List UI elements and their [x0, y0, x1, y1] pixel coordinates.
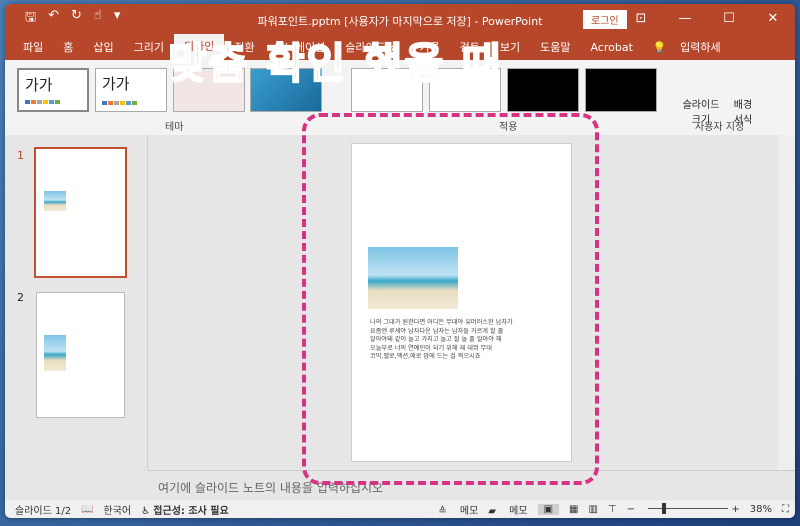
status-bar: 슬라이드 1/2 📖 한국어 ♿ 접근성: 조사 필요 ≙ 메모 ▰ 메모 ▣ …	[5, 500, 795, 518]
notes-button[interactable]: ≙ 메모	[438, 502, 478, 517]
tell-me-label: 입력하세	[680, 41, 721, 54]
theme-office2[interactable]: 가가	[95, 68, 167, 112]
touch-mode-icon[interactable]: ☝	[94, 8, 102, 30]
vertical-scrollbar[interactable]	[778, 135, 795, 470]
custom-group-label: 사용자 지정	[695, 122, 745, 133]
close-button[interactable]: ✕	[751, 4, 795, 34]
variant-4[interactable]	[585, 68, 657, 112]
slideshow-view-icon[interactable]: ⊤	[608, 504, 617, 515]
tab-draw[interactable]: 그리기	[124, 39, 174, 55]
slide-number: 2	[17, 291, 24, 304]
undo-icon[interactable]: ↶	[48, 8, 59, 30]
theme-sample: 가가	[102, 75, 130, 93]
sorter-view-icon[interactable]: ▦	[569, 504, 578, 515]
reading-view-icon[interactable]: ▥	[588, 504, 597, 515]
comments-button[interactable]: ▰ 메모	[488, 502, 527, 517]
zoom-slider[interactable]: − +	[627, 503, 740, 515]
zoom-level[interactable]: 38%	[750, 504, 772, 515]
slide-indicator: 슬라이드 1/2	[15, 505, 72, 517]
normal-view-icon[interactable]: ▣	[537, 503, 560, 515]
accessibility-label: 접근성: 조사 필요	[153, 505, 229, 517]
tab-help[interactable]: 도움말	[530, 39, 580, 55]
theme-office[interactable]: 가가	[17, 68, 89, 112]
variant-3[interactable]	[507, 68, 579, 112]
tab-acrobat[interactable]: Acrobat	[580, 41, 642, 54]
maximize-button[interactable]: ☐	[707, 4, 751, 34]
slide-thumbnail-panel: 1 2	[5, 135, 148, 470]
language[interactable]: 한국어	[104, 502, 132, 517]
notes-label: 메모	[459, 505, 479, 517]
slide-thumb-2[interactable]	[36, 292, 125, 418]
slide-number: 1	[17, 149, 24, 162]
tab-insert[interactable]: 삽입	[83, 39, 123, 55]
tab-file[interactable]: 파일	[13, 39, 53, 55]
save-icon[interactable]: 🖫	[25, 8, 36, 30]
overlay-caption: 맞춤 확인 했을 때	[167, 38, 503, 89]
highlight-dashed-box	[302, 113, 599, 485]
accessibility-status[interactable]: ♿ 접근성: 조사 필요	[141, 502, 229, 517]
tab-home[interactable]: 홈	[53, 39, 83, 55]
customize-icon[interactable]: ▾	[114, 8, 121, 30]
fit-slide-icon[interactable]: ⛶	[782, 504, 789, 515]
redo-icon[interactable]: ↻	[71, 8, 82, 30]
tell-me-search[interactable]: 💡 입력하세	[643, 39, 741, 55]
spellcheck-icon[interactable]: 📖	[81, 504, 93, 515]
theme-sample: 가가	[25, 76, 53, 94]
ribbon-display-icon[interactable]: ⊡	[619, 4, 663, 34]
comments-label: 메모	[509, 505, 528, 517]
slide-thumb-1[interactable]	[34, 147, 127, 278]
theme-group-label: 테마	[165, 122, 184, 133]
minimize-button[interactable]: —	[663, 4, 707, 34]
